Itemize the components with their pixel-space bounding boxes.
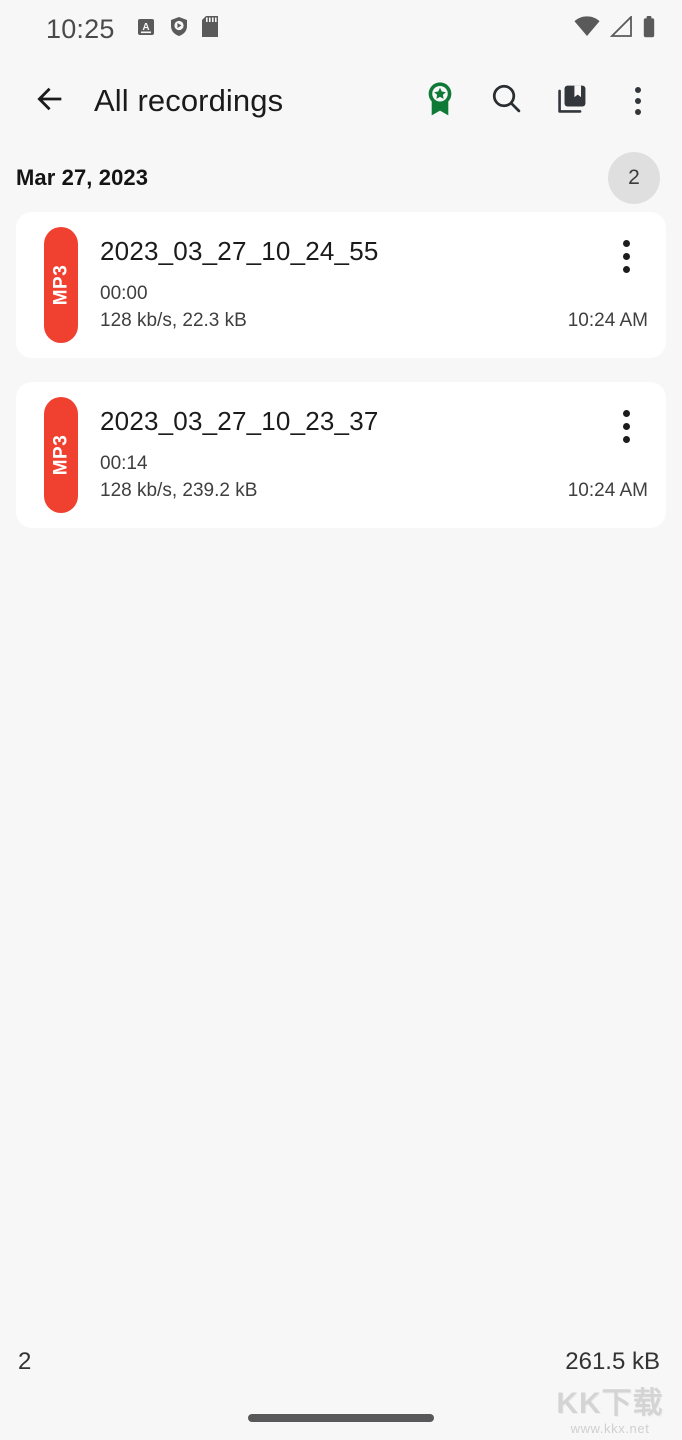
award-badge-button[interactable] bbox=[414, 75, 466, 127]
play-protect-shield-icon bbox=[169, 16, 189, 42]
summary-item-count: 2 bbox=[18, 1348, 32, 1375]
overflow-menu-icon bbox=[622, 239, 630, 273]
recording-meta-row: 128 kb/s, 22.3 kB 10:24 AM bbox=[100, 308, 648, 335]
date-group-label: Mar 27, 2023 bbox=[16, 165, 149, 190]
date-group-header: Mar 27, 2023 2 bbox=[0, 144, 682, 212]
app-bar: All recordings bbox=[0, 58, 682, 144]
status-bar-clock: 10:25 bbox=[46, 13, 115, 44]
library-bookmark-icon bbox=[556, 82, 589, 120]
summary-bar: 2 261.5 kB bbox=[0, 1348, 682, 1376]
recording-timestamp: 10:24 AM bbox=[567, 479, 648, 501]
format-badge-label: MP3 bbox=[50, 264, 72, 306]
phone-screen: 10:25 A All recordings Mar 27, 2023 2 MP… bbox=[0, 0, 682, 1440]
library-button[interactable] bbox=[546, 75, 598, 127]
recording-duration: 00:14 bbox=[100, 452, 148, 474]
recording-title: 2023_03_27_10_24_55 bbox=[100, 235, 379, 266]
app-bar-actions bbox=[414, 75, 664, 127]
battery-icon bbox=[642, 15, 656, 43]
recording-list-item[interactable]: MP3 2023_03_27_10_23_37 00:14 128 kb/s, … bbox=[16, 382, 666, 528]
recording-timestamp: 10:24 AM bbox=[567, 309, 648, 331]
search-icon bbox=[490, 82, 523, 120]
back-button[interactable] bbox=[24, 75, 76, 127]
status-bar-notification-icons: A bbox=[136, 16, 218, 42]
watermark-logo: KK下载 bbox=[556, 1386, 664, 1420]
recording-overflow-button[interactable] bbox=[608, 408, 644, 444]
award-badge-icon bbox=[423, 81, 457, 122]
navigation-gesture-bar[interactable] bbox=[248, 1414, 434, 1422]
recording-bitrate-size: 128 kb/s, 239.2 kB bbox=[100, 479, 258, 501]
sd-card-icon bbox=[201, 16, 218, 42]
overflow-menu-icon bbox=[622, 409, 630, 443]
recording-details: 2023_03_27_10_23_37 00:14 128 kb/s, 239.… bbox=[78, 397, 648, 513]
site-watermark: KK下载 www.kkx.net bbox=[546, 1386, 674, 1436]
page-title: All recordings bbox=[94, 83, 284, 118]
recording-title: 2023_03_27_10_23_37 bbox=[100, 405, 379, 436]
recording-bitrate-size: 128 kb/s, 22.3 kB bbox=[100, 309, 247, 331]
recordings-list: MP3 2023_03_27_10_24_55 00:00 128 kb/s, … bbox=[0, 212, 682, 528]
recording-details: 2023_03_27_10_24_55 00:00 128 kb/s, 22.3… bbox=[78, 227, 648, 343]
app-notification-icon: A bbox=[136, 17, 156, 42]
watermark-url: www.kkx.net bbox=[570, 1421, 650, 1436]
summary-total-size: 261.5 kB bbox=[565, 1348, 660, 1375]
cellular-signal-icon bbox=[609, 14, 633, 42]
recording-list-item[interactable]: MP3 2023_03_27_10_24_55 00:00 128 kb/s, … bbox=[16, 212, 666, 358]
search-button[interactable] bbox=[480, 75, 532, 127]
status-bar-system-icons bbox=[574, 14, 656, 43]
recording-meta-row: 128 kb/s, 239.2 kB 10:24 AM bbox=[100, 478, 648, 505]
svg-text:A: A bbox=[142, 22, 149, 33]
date-group-count-chip: 2 bbox=[608, 152, 660, 204]
format-badge-label: MP3 bbox=[50, 434, 72, 476]
arrow-back-icon bbox=[33, 82, 67, 121]
format-badge: MP3 bbox=[44, 227, 78, 343]
recording-duration: 00:00 bbox=[100, 282, 148, 304]
format-badge: MP3 bbox=[44, 397, 78, 513]
overflow-menu-button[interactable] bbox=[612, 75, 664, 127]
wifi-icon bbox=[574, 16, 600, 42]
recording-overflow-button[interactable] bbox=[608, 238, 644, 274]
overflow-menu-icon bbox=[635, 87, 641, 115]
status-bar: 10:25 A bbox=[0, 0, 682, 58]
